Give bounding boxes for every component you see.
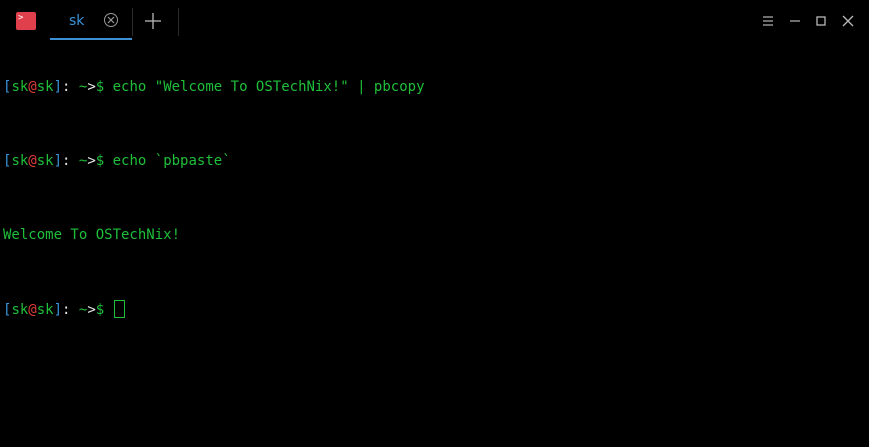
- prompt-dollar: $: [95, 302, 105, 318]
- close-circle-icon[interactable]: [104, 13, 118, 27]
- maximize-icon[interactable]: [814, 13, 828, 27]
- prompt-separator: :: [62, 153, 79, 169]
- app-icon-glyph-top: >: [18, 13, 24, 23]
- terminal-line: [sk@sk]: ~>$ echo "Welcome To OSTechNix!…: [3, 78, 869, 97]
- prompt-bracket: ]: [53, 302, 63, 318]
- terminal-app-icon[interactable]: > _: [16, 12, 36, 30]
- prompt-at: @: [28, 153, 37, 169]
- command-output: Welcome To OSTechNix!: [3, 227, 181, 243]
- terminal-output[interactable]: [sk@sk]: ~>$ echo "Welcome To OSTechNix!…: [3, 41, 869, 356]
- title-bar: > _ sk: [0, 0, 869, 40]
- prompt-user: sk: [11, 302, 29, 318]
- terminal-line: [sk@sk]: ~>$: [3, 300, 869, 319]
- prompt-at: @: [28, 302, 37, 318]
- prompt-user: sk: [11, 153, 29, 169]
- plus-icon[interactable]: [144, 12, 162, 30]
- prompt-user: sk: [11, 79, 29, 95]
- terminal-line: [sk@sk]: ~>$ echo `pbpaste`: [3, 152, 869, 171]
- command-text: echo "Welcome To OSTechNix!" | pbcopy: [104, 79, 425, 95]
- prompt-arrow: >: [87, 153, 96, 169]
- tab-divider: [132, 8, 133, 36]
- close-icon[interactable]: [841, 13, 855, 27]
- command-text: echo `pbpaste`: [104, 153, 231, 169]
- prompt-host: sk: [36, 153, 54, 169]
- prompt-dollar: $: [95, 79, 105, 95]
- menu-icon[interactable]: [761, 13, 775, 27]
- prompt-host: sk: [36, 302, 54, 318]
- tab-label: sk: [69, 13, 85, 29]
- terminal-window: > _ sk [sk@sk]: ~>$ echo "Welcome To OST…: [0, 0, 869, 447]
- app-icon-glyph-bottom: _: [24, 23, 30, 30]
- prompt-bracket: ]: [53, 153, 63, 169]
- prompt-host: sk: [36, 79, 54, 95]
- prompt-at: @: [28, 79, 37, 95]
- prompt-arrow: >: [87, 79, 96, 95]
- tab-sk[interactable]: sk: [50, 0, 132, 40]
- prompt-separator: :: [62, 79, 79, 95]
- prompt-arrow: >: [87, 302, 96, 318]
- prompt-dollar: $: [95, 153, 105, 169]
- terminal-line: Welcome To OSTechNix!: [3, 226, 869, 245]
- tab-divider: [178, 8, 179, 36]
- command-text: [104, 302, 112, 318]
- text-cursor: [113, 300, 125, 318]
- prompt-separator: :: [62, 302, 79, 318]
- prompt-bracket: ]: [53, 79, 63, 95]
- minimize-icon[interactable]: [788, 13, 802, 27]
